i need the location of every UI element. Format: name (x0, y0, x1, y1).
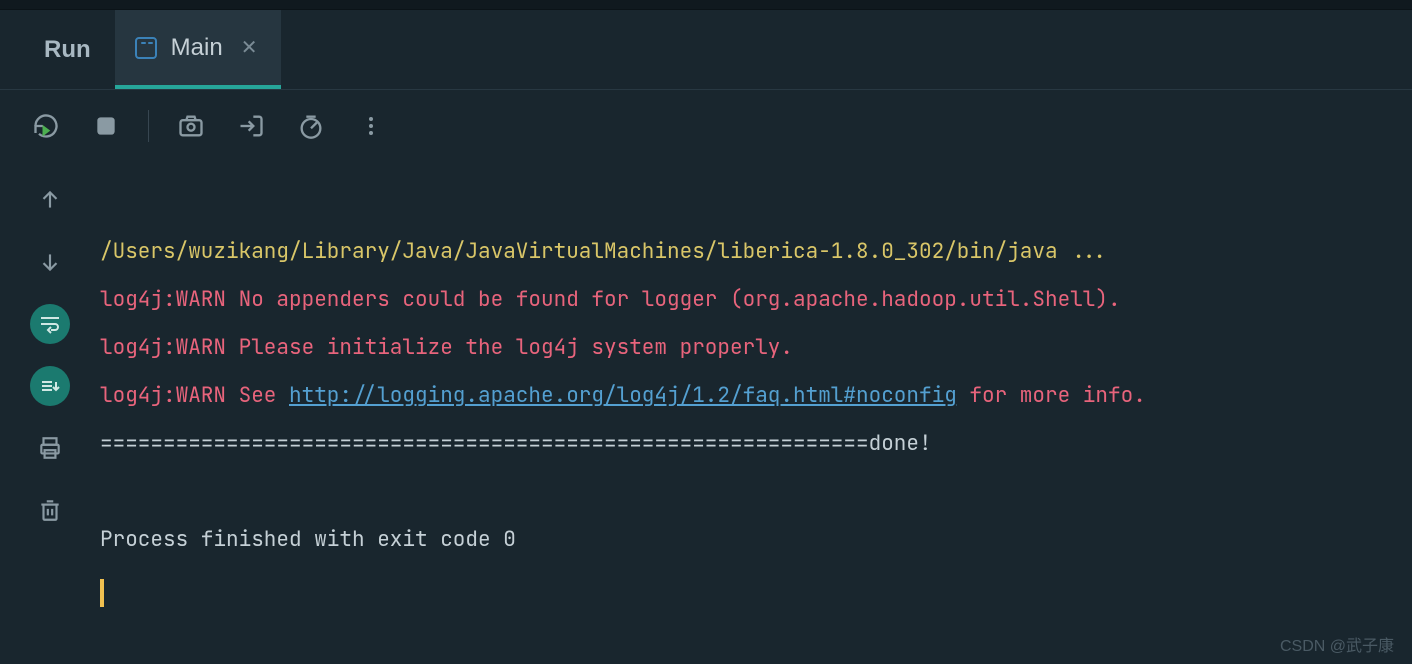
tool-window-title: Run (20, 36, 115, 64)
soft-wrap-button[interactable] (30, 304, 70, 344)
print-button[interactable] (30, 428, 70, 468)
console-warn-line: log4j:WARN No appenders could be found f… (100, 286, 1121, 313)
warn-suffix: for more info. (957, 382, 1146, 409)
toolbar-separator (148, 110, 149, 142)
console-warn-line: log4j:WARN See http://logging.apache.org… (100, 382, 1146, 409)
text-cursor (100, 579, 104, 607)
exit-button[interactable] (233, 108, 269, 144)
run-tab-main[interactable]: Main ✕ (115, 10, 282, 89)
window-top-border (0, 0, 1412, 10)
run-toolbar (0, 90, 1412, 162)
console-output-line: ========================================… (100, 430, 932, 457)
console-exit-line: Process finished with exit code 0 (100, 526, 516, 553)
more-actions-button[interactable] (353, 108, 389, 144)
profiler-button[interactable] (293, 108, 329, 144)
scroll-to-end-button[interactable] (30, 366, 70, 406)
tab-title: Main (171, 34, 223, 62)
clear-all-button[interactable] (30, 490, 70, 530)
console-output[interactable]: /Users/wuzikang/Library/Java/JavaVirtual… (100, 162, 1412, 664)
console-command-line: /Users/wuzikang/Library/Java/JavaVirtual… (100, 238, 1108, 265)
gutter-toolbar (0, 162, 100, 664)
watermark: CSDN @武子康 (1280, 632, 1394, 656)
console-link[interactable]: http://logging.apache.org/log4j/1.2/faq.… (289, 382, 957, 409)
console-warn-line: log4j:WARN Please initialize the log4j s… (100, 334, 793, 361)
screenshot-button[interactable] (173, 108, 209, 144)
warn-prefix: log4j:WARN See (100, 382, 289, 409)
application-icon (135, 37, 157, 59)
main-area: /Users/wuzikang/Library/Java/JavaVirtual… (0, 162, 1412, 664)
stop-button[interactable] (88, 108, 124, 144)
close-tab-icon[interactable]: ✕ (237, 31, 262, 64)
scroll-down-button[interactable] (30, 242, 70, 282)
rerun-button[interactable] (28, 108, 64, 144)
tab-bar: Run Main ✕ (0, 10, 1412, 90)
scroll-up-button[interactable] (30, 180, 70, 220)
